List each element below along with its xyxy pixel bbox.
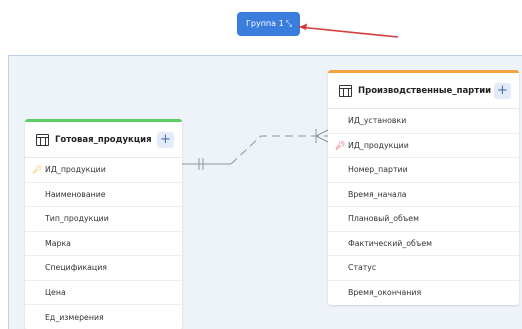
field-label: Время_окончания: [348, 288, 422, 298]
field-row[interactable]: Цена: [25, 281, 182, 305]
table-icon: [36, 133, 49, 146]
table-title: Готовая_продукция: [55, 134, 152, 145]
field-row[interactable]: 🔑︎ ИД_продукции: [328, 134, 519, 158]
field-label: Номер_партии: [348, 165, 408, 175]
field-label: Фактический_объем: [348, 238, 433, 248]
field-row[interactable]: Наименование: [25, 183, 182, 207]
field-row[interactable]: Номер_партии: [328, 158, 519, 183]
field-row[interactable]: Ед_измерения: [25, 305, 182, 329]
field-row[interactable]: ИД_установки: [328, 109, 519, 134]
table-proizvodstvennye-partii[interactable]: Производственные_партии + ИД_установки 🔑…: [328, 70, 519, 305]
key-icon: 🔑︎: [31, 165, 43, 175]
field-label: Цена: [45, 287, 66, 297]
field-row[interactable]: Плановый_объем: [328, 207, 519, 232]
field-row[interactable]: Статус: [328, 256, 519, 281]
field-label: ИД_продукции: [45, 165, 106, 175]
field-label: ИД_установки: [348, 116, 407, 126]
field-row[interactable]: 🔑︎ ИД_продукции: [25, 158, 182, 183]
add-field-button[interactable]: +: [157, 132, 174, 148]
field-label: Статус: [348, 263, 377, 273]
field-row[interactable]: Спецификация: [25, 256, 182, 281]
annotation-arrow: [298, 23, 399, 38]
crowfoot-mark: [315, 135, 329, 143]
table-gotovaya-produktsiya[interactable]: Готовая_продукция + 🔑︎ ИД_продукции Наим…: [25, 119, 182, 329]
add-field-button[interactable]: +: [494, 83, 511, 99]
table-title: Производственные_партии: [358, 85, 492, 96]
field-label: Ед_измерения: [45, 312, 104, 322]
field-row[interactable]: Фактический_объем: [328, 232, 519, 256]
field-label: Марка: [45, 238, 71, 248]
field-label: Наименование: [45, 189, 106, 199]
table-icon: [339, 84, 352, 97]
field-label: ИД_продукции: [348, 140, 409, 150]
field-row[interactable]: Время_начала: [328, 183, 519, 207]
diagram-canvas[interactable]: Готовая_продукция + 🔑︎ ИД_продукции Наим…: [8, 55, 522, 329]
field-label: Время_начала: [348, 189, 407, 199]
arrow-head: [299, 23, 307, 30]
arrow-line: [298, 26, 399, 38]
field-label: Спецификация: [45, 263, 107, 273]
crowfoot-mark: [315, 129, 329, 137]
field-row[interactable]: Марка: [25, 232, 182, 256]
field-row[interactable]: Время_окончания: [328, 281, 519, 306]
key-icon: 🔑︎: [334, 140, 346, 150]
field-label: Тип_продукции: [45, 214, 109, 224]
field-label: Плановый_объем: [348, 214, 419, 224]
field-row[interactable]: Тип_продукции: [25, 207, 182, 232]
